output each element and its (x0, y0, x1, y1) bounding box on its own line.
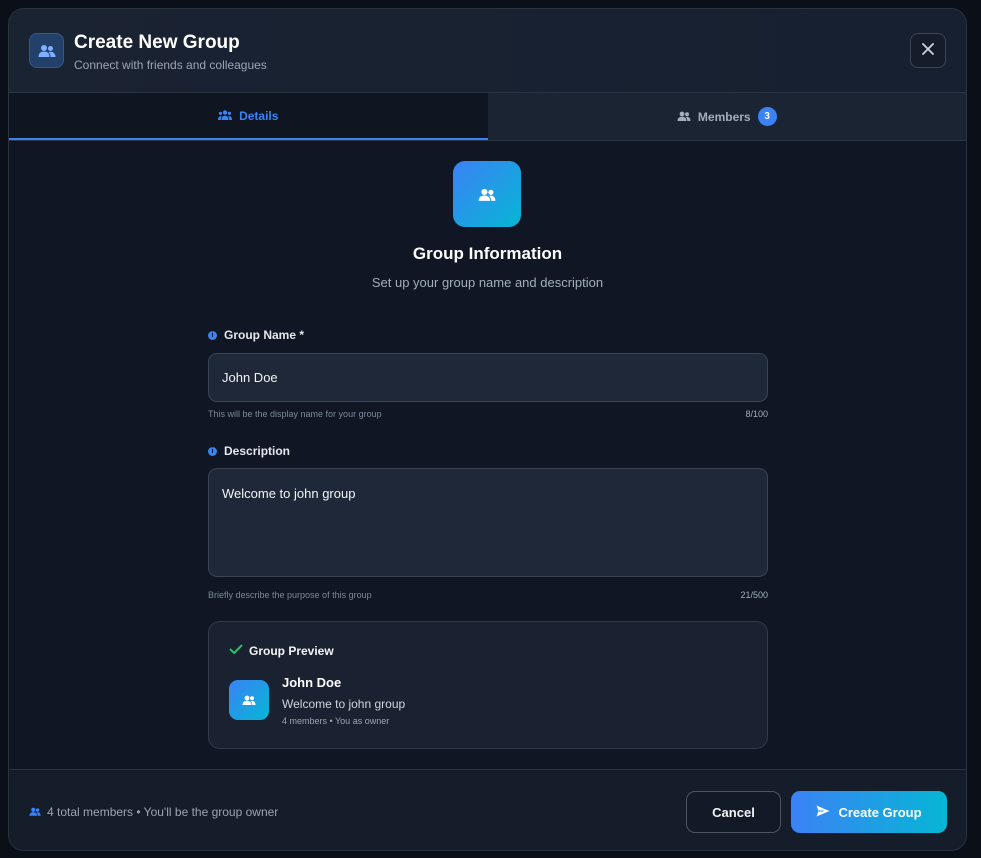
tab-label: Members (697, 109, 751, 124)
users-icon (29, 805, 41, 819)
close-button[interactable] (910, 33, 946, 68)
form-body: Group Information Set up your group name… (9, 141, 966, 769)
users-icon (29, 33, 64, 68)
tab-bar: Details Members 3 (9, 93, 966, 141)
tab-details[interactable]: Details (9, 93, 488, 140)
tab-members[interactable]: Members 3 (487, 93, 966, 140)
group-name-input[interactable]: John Doe (208, 353, 768, 402)
send-icon (816, 805, 830, 820)
group-name-value: John Doe (222, 370, 278, 385)
create-group-button[interactable]: Create Group (791, 791, 947, 833)
preview-title: Group Preview (229, 644, 334, 658)
description-value: Welcome to john group (222, 486, 356, 501)
group-icon (453, 161, 521, 227)
group-avatar (229, 680, 269, 720)
check-icon (229, 644, 243, 658)
group-preview-card: Group Preview John Doe Welcome to john g… (208, 621, 768, 749)
section-subtitle: Set up your group name and description (371, 275, 604, 290)
description-hint: Briefly describe the purpose of this gro… (208, 590, 372, 600)
section-title: Group Information (412, 244, 563, 263)
info-icon: i (208, 446, 217, 456)
preview-group-description: Welcome to john group (282, 697, 406, 711)
description-label-text: Description (224, 444, 291, 458)
users-icon (677, 110, 691, 124)
description-textarea[interactable]: Welcome to john group (208, 468, 768, 577)
group-name-hint: This will be the display name for your g… (208, 409, 382, 419)
create-group-modal: Create New Group Connect with friends an… (8, 8, 967, 851)
modal-subtitle: Connect with friends and colleagues (74, 58, 267, 72)
users-icon (218, 109, 233, 123)
create-group-label: Create Group (838, 804, 922, 820)
description-counter: 21/500 (740, 590, 768, 600)
group-name-label: i Group Name * (208, 328, 304, 342)
preview-title-text: Group Preview (249, 644, 334, 658)
group-name-counter: 8/100 (745, 409, 768, 419)
modal-header: Create New Group Connect with friends an… (9, 9, 966, 93)
close-icon (922, 42, 934, 60)
footer-info: 4 total members • You'll be the group ow… (29, 805, 278, 819)
modal-footer: 4 total members • You'll be the group ow… (9, 769, 966, 850)
footer-info-text: 4 total members • You'll be the group ow… (47, 805, 279, 819)
tab-label: Details (239, 108, 279, 123)
description-label: i Description (208, 444, 290, 458)
preview-group-meta: 4 members • You as owner (282, 716, 390, 726)
info-icon: i (208, 330, 217, 340)
cancel-button[interactable]: Cancel (686, 791, 781, 833)
modal-title: Create New Group (74, 32, 240, 53)
members-count-badge: 3 (757, 107, 777, 126)
group-name-label-text: Group Name * (224, 328, 305, 342)
preview-group-name: John Doe (282, 675, 342, 690)
